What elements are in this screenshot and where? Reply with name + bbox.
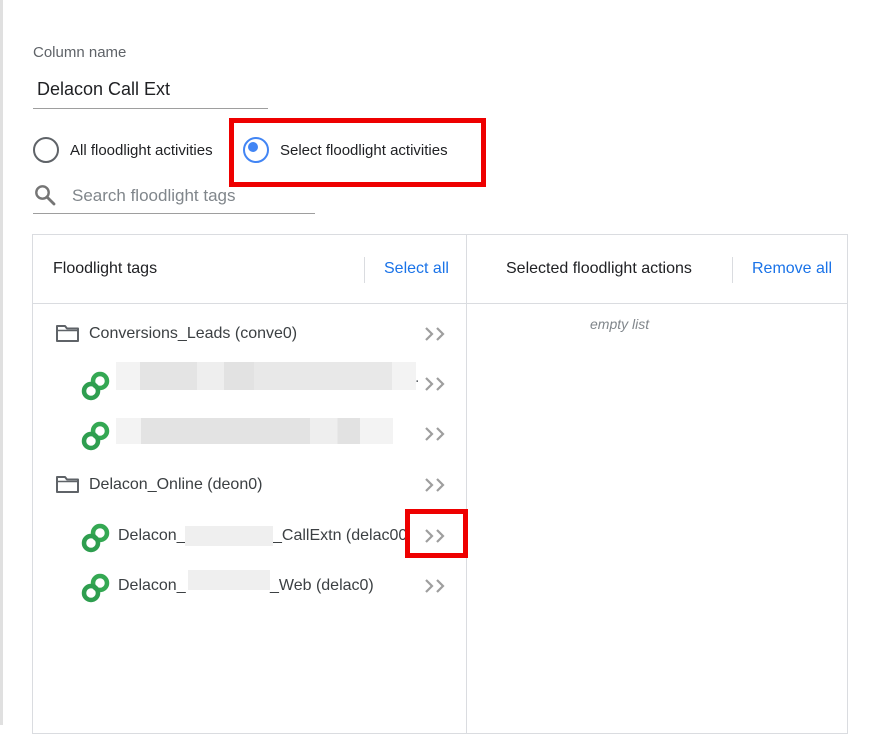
tag-label-end: _CallExtn (delac00 <box>273 527 408 544</box>
column-name-label: Column name <box>33 44 127 61</box>
column-name-field[interactable]: Delacon Call Ext <box>33 71 268 109</box>
folder-label: Conversions_Leads (conve0) <box>89 325 298 342</box>
floodlight-tag-icon <box>81 421 110 451</box>
redacted-tag-segment <box>188 570 270 590</box>
floodlight-tag-icon <box>81 371 110 401</box>
floodlight-selector-panel: Floodlight tags Select all Selected floo… <box>32 234 848 734</box>
trailing-dot: . <box>415 369 420 386</box>
radio-all-floodlight-activities[interactable]: All floodlight activities <box>33 136 213 164</box>
header-separator <box>732 257 733 283</box>
redacted-tag-name <box>116 362 416 390</box>
double-chevron-right-icon[interactable] <box>423 474 449 496</box>
tag-row[interactable] <box>33 415 466 455</box>
tag-label-end: _Web (delac0) <box>270 577 374 594</box>
double-chevron-right-icon[interactable] <box>423 323 449 345</box>
header-separator <box>364 257 365 283</box>
panel-divider-vertical <box>466 235 467 733</box>
tag-row-delacon-callextn[interactable]: Delacon_ _CallExtn (delac00 <box>33 517 466 557</box>
folder-icon <box>56 325 79 342</box>
tag-label-start: Delacon_ <box>118 527 186 544</box>
floodlight-tag-icon <box>81 523 110 553</box>
remove-all-button[interactable]: Remove all <box>752 260 832 278</box>
redacted-tag-name <box>116 418 393 444</box>
double-chevron-right-icon[interactable] <box>423 423 449 445</box>
folder-icon <box>56 476 79 493</box>
window-left-edge <box>0 0 3 725</box>
tag-row-delacon-web[interactable]: Delacon_ _Web (delac0) <box>33 567 466 607</box>
redacted-tag-segment <box>185 526 273 546</box>
double-chevron-right-icon[interactable] <box>423 373 449 395</box>
folder-row-conversions-leads[interactable]: Conversions_Leads (conve0) <box>33 315 466 355</box>
tag-label-start: Delacon_ <box>118 577 186 594</box>
highlight-box-select-option <box>229 118 486 187</box>
highlight-box-move-arrow <box>405 509 468 558</box>
empty-list-text: empty list <box>590 316 650 332</box>
tag-row[interactable]: . <box>33 362 466 405</box>
radio-all-label: All floodlight activities <box>70 141 213 159</box>
floodlight-tags-title: Floodlight tags <box>53 260 158 277</box>
folder-label: Delacon_Online (deon0) <box>89 476 263 493</box>
floodlight-tag-icon <box>81 573 110 603</box>
radio-button-unchecked[interactable] <box>33 137 59 163</box>
panel-divider-horizontal <box>33 303 847 304</box>
select-all-button[interactable]: Select all <box>384 260 449 278</box>
search-input[interactable] <box>70 182 314 210</box>
folder-row-delacon-online[interactable]: Delacon_Online (deon0) <box>33 466 466 506</box>
column-name-value[interactable]: Delacon Call Ext <box>37 79 170 100</box>
double-chevron-right-icon[interactable] <box>423 575 449 597</box>
search-icon <box>35 185 56 206</box>
selected-actions-title: Selected floodlight actions <box>506 260 692 277</box>
search-field[interactable] <box>33 178 315 214</box>
